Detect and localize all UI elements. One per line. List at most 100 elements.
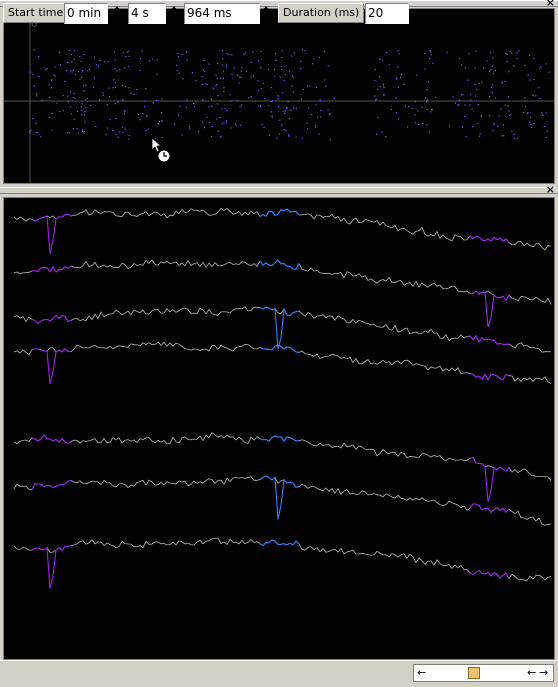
spike-dot xyxy=(324,50,326,52)
spike-dot xyxy=(388,63,390,66)
spike-dot xyxy=(143,106,146,108)
spike-dot xyxy=(478,82,480,84)
spike-dot xyxy=(333,97,335,99)
spike-dot xyxy=(156,59,158,61)
spike-dot xyxy=(432,62,434,64)
spike-dot xyxy=(295,136,297,138)
spike-dot xyxy=(198,130,200,132)
spike-dot xyxy=(314,126,316,128)
spike-dot xyxy=(127,65,129,68)
duration-field[interactable]: 20 xyxy=(365,3,409,24)
spike-dot xyxy=(250,61,252,63)
spike-dot xyxy=(122,99,124,101)
spike-dot xyxy=(426,124,428,126)
spike-dot xyxy=(464,104,466,106)
close-icon[interactable]: × xyxy=(546,184,555,196)
spike-dot xyxy=(489,96,491,98)
spike-dot xyxy=(95,63,97,66)
spike-dot xyxy=(277,98,279,100)
spike-dot xyxy=(206,116,208,118)
left-arrow-icon[interactable]: ← xyxy=(417,667,426,679)
start-sec-field[interactable]: 4 s xyxy=(128,3,166,24)
spike-dot xyxy=(502,124,505,126)
spike-dot xyxy=(382,59,384,61)
spike-dot xyxy=(48,116,50,118)
start-min-field[interactable]: 0 min xyxy=(64,3,108,24)
ms-spinner[interactable] xyxy=(260,3,271,24)
spike-dot xyxy=(62,110,65,112)
spike-dot xyxy=(225,63,227,65)
start-ms-field[interactable]: 964 ms xyxy=(184,3,260,24)
spike-dot xyxy=(161,98,163,100)
spike-dot xyxy=(85,84,87,86)
spike-dot xyxy=(458,99,460,101)
spike-dot xyxy=(85,107,87,109)
spike-dot xyxy=(374,79,376,82)
spike-dot xyxy=(492,84,494,86)
spike-dot xyxy=(288,135,290,137)
spike-dot xyxy=(545,112,547,114)
spike-dot xyxy=(205,83,207,85)
spike-dot xyxy=(284,65,286,67)
spike-dot xyxy=(421,106,423,108)
spike-dot xyxy=(195,80,197,82)
spike-dot xyxy=(382,83,384,85)
spike-dot xyxy=(220,77,222,79)
spike-dot xyxy=(46,67,48,70)
spike-dot xyxy=(92,86,94,88)
spike-dot xyxy=(477,122,479,124)
spike-dot xyxy=(108,96,110,98)
spike-dot xyxy=(179,105,181,107)
spike-dot xyxy=(118,131,120,133)
spike-dot xyxy=(503,135,505,137)
spike-dot xyxy=(222,64,224,66)
spike-dot xyxy=(425,101,427,103)
spike-dot xyxy=(142,113,144,115)
scroll-thumb[interactable] xyxy=(468,667,480,679)
spike-dot xyxy=(81,109,83,111)
spike-dot xyxy=(115,134,117,136)
spike-dot xyxy=(29,131,31,133)
right-arrow-icon[interactable]: → xyxy=(539,667,548,679)
spike-dot xyxy=(36,95,38,97)
spike-dot xyxy=(81,70,84,72)
spike-dot xyxy=(511,52,513,54)
spike-dot xyxy=(202,69,205,71)
time-scrollbar[interactable]: ← ← → xyxy=(413,664,554,682)
spike-dot xyxy=(318,133,320,135)
sec-spinner[interactable] xyxy=(168,3,179,24)
spike-dot xyxy=(306,122,308,124)
spike-dot xyxy=(119,69,121,71)
spike-dot xyxy=(474,83,476,85)
spike-dot xyxy=(287,101,289,103)
spike-dot xyxy=(193,103,195,105)
spike-dot xyxy=(188,126,191,128)
spike-dot xyxy=(83,114,86,116)
spike-dot xyxy=(533,78,535,80)
spike-dot xyxy=(222,77,224,79)
spike-dot xyxy=(284,112,286,114)
spike-raster-plot[interactable]: 0 xyxy=(3,8,555,184)
min-spinner[interactable] xyxy=(111,3,122,24)
spike-dot xyxy=(278,133,280,135)
spike-dot xyxy=(222,70,224,72)
spike-dot xyxy=(430,111,432,113)
left-arrow-icon[interactable]: ← xyxy=(527,667,536,679)
spike-dot xyxy=(112,87,114,89)
waveform-traces[interactable] xyxy=(3,197,555,660)
spike-dot xyxy=(268,68,270,70)
spike-dot xyxy=(124,67,126,69)
spike-dot xyxy=(86,97,89,99)
spike-dot xyxy=(177,53,179,55)
spike-dot xyxy=(403,83,405,85)
spike-dot xyxy=(49,96,51,98)
spike-dot xyxy=(64,80,66,82)
spike-dot xyxy=(229,94,231,96)
spike-dot xyxy=(424,68,426,70)
spike-dot xyxy=(114,51,116,53)
spike-dot xyxy=(117,136,119,138)
spike-dot xyxy=(83,90,85,92)
spike-dot xyxy=(258,90,260,92)
spike-dot xyxy=(212,87,214,89)
spike-dot xyxy=(223,122,225,124)
